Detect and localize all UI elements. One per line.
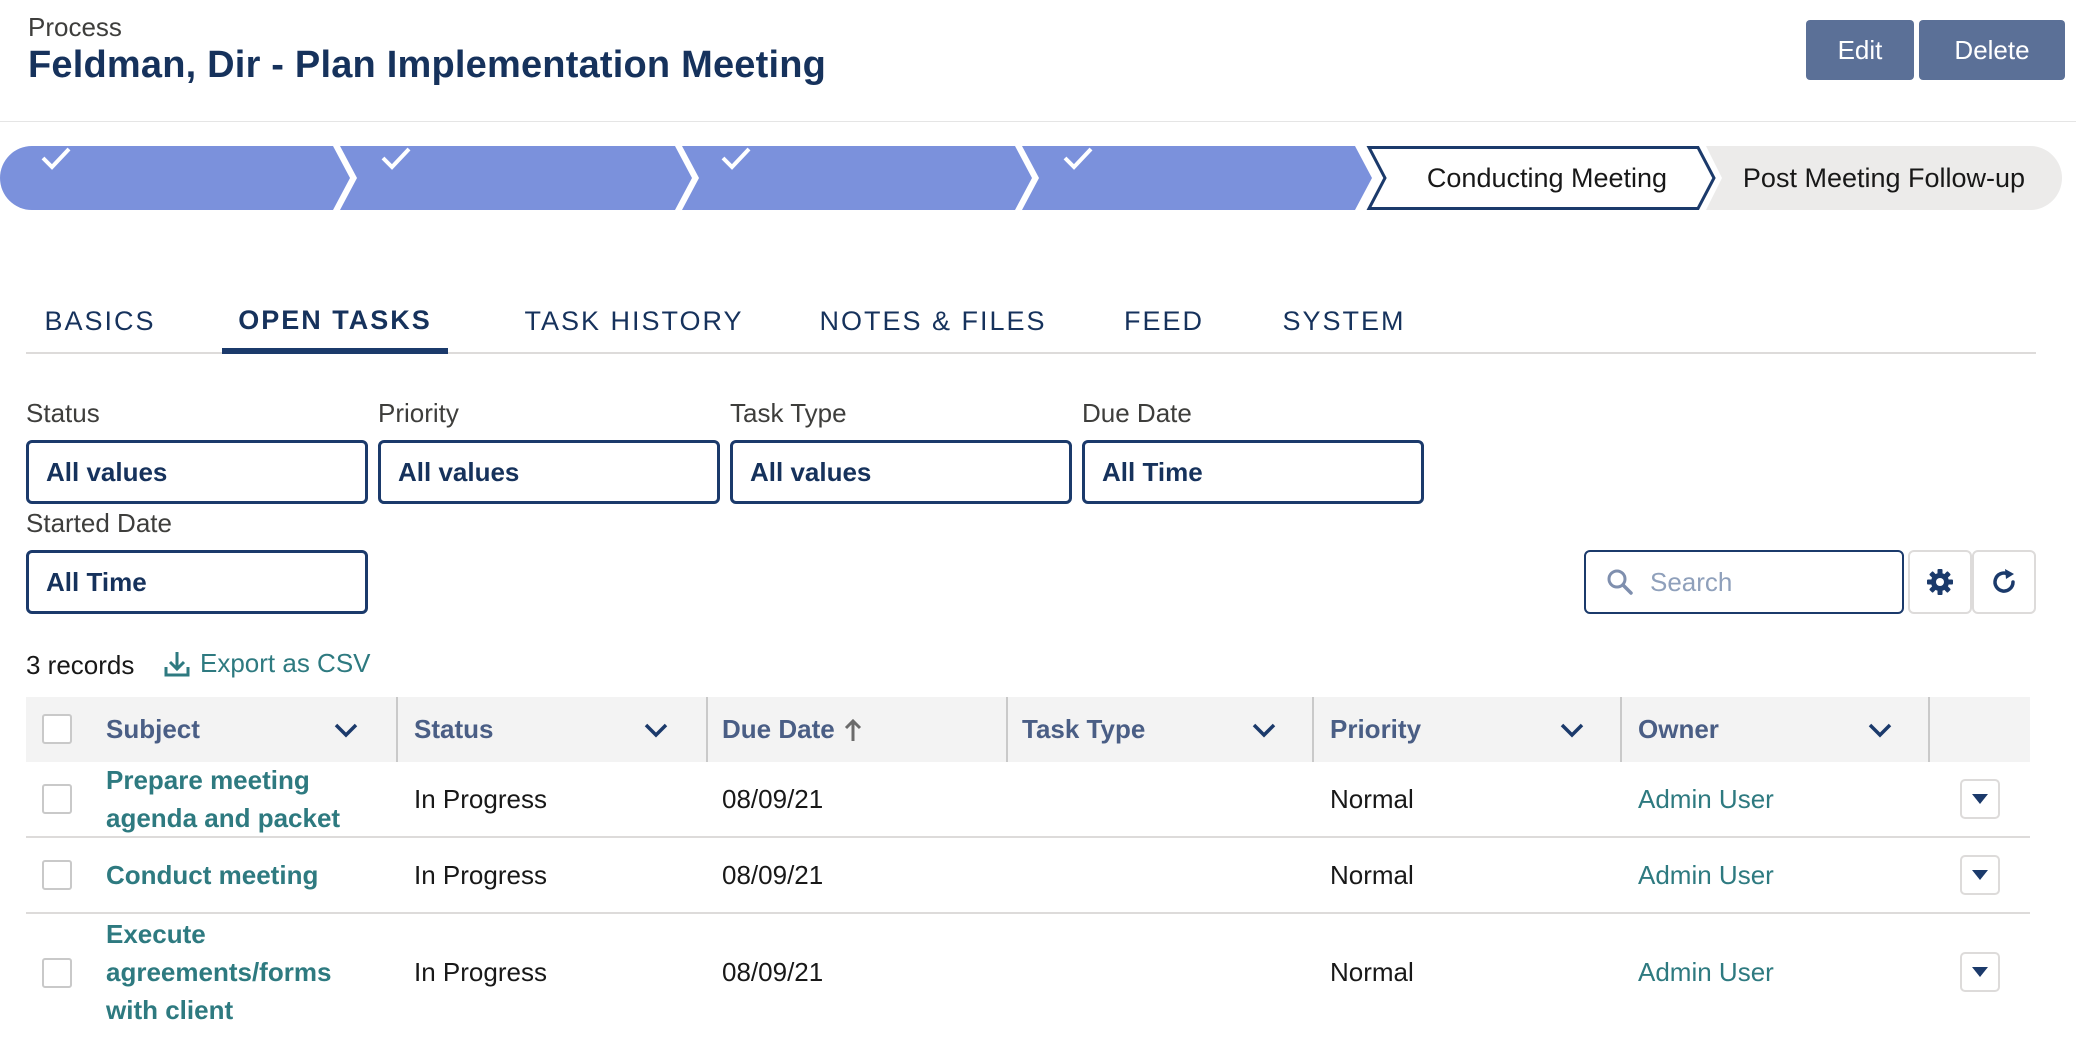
record-header: Process Feldman, Dir - Plan Implementati… [0,0,2076,122]
chevron-down-icon [1868,723,1892,738]
path-step-1[interactable] [40,146,320,210]
row-actions-button[interactable] [1960,855,2000,895]
path-step-current[interactable]: Conducting Meeting [1388,146,1706,210]
status-filter[interactable]: All values [26,440,368,504]
checkmark-icon [721,147,751,170]
column-header-label: Task Type [1022,714,1146,744]
gear-icon [1927,569,1953,595]
search-icon [1607,569,1633,595]
column-divider [706,697,708,762]
task-subject-link[interactable]: Conduct meeting [106,838,386,912]
checkmark-icon [1063,147,1093,170]
column-header-due-date[interactable]: Due Date [722,697,1022,762]
search-input[interactable] [1650,566,1890,598]
table-header: Subject Status Due Date Task Type Priori… [26,697,2030,762]
arrow-up-icon [844,718,861,741]
task-subject-link[interactable]: Execute agreements/forms with client [106,914,386,1030]
caret-down-icon [1972,967,1988,977]
column-divider [1928,697,1930,762]
task-owner-link[interactable]: Admin User [1638,914,1774,1030]
path-step-next-label: Post Meeting Follow-up [1742,162,2026,193]
edit-button[interactable]: Edit [1806,20,1914,80]
task-status: In Progress [414,783,547,814]
select-all-checkbox[interactable] [42,714,72,744]
filter-label-priority: Priority [378,398,459,428]
row-checkbox[interactable] [42,860,72,890]
path-step-next[interactable]: Post Meeting Follow-up [1726,146,2042,210]
path-step-2[interactable] [380,146,660,210]
tab-bar: BASICS OPEN TASKS TASK HISTORY NOTES & F… [26,290,2036,354]
task-type-filter[interactable]: All values [730,440,1072,504]
column-divider [396,697,398,762]
row-checkbox[interactable] [42,958,72,988]
column-header-label: Status [414,714,494,744]
column-divider [1006,697,1008,762]
caret-down-icon [1972,794,1988,804]
table-row: Prepare meeting agenda and packet In Pro… [26,762,2030,838]
tab-notes-files[interactable]: NOTES & FILES [806,290,1060,352]
page-title: Feldman, Dir - Plan Implementation Meeti… [28,44,827,86]
due-date-filter[interactable]: All Time [1082,440,1424,504]
process-path: Conducting Meeting Post Meeting Follow-u… [0,146,2062,210]
column-divider [1620,697,1622,762]
checkmark-icon [381,147,411,170]
chevron-down-icon [1252,723,1276,738]
task-priority: Normal [1330,783,1414,814]
task-owner-link[interactable]: Admin User [1638,838,1774,912]
path-step-3[interactable] [720,146,1000,210]
column-header-task-type[interactable]: Task Type [1022,697,1314,762]
tab-open-tasks[interactable]: OPEN TASKS [222,290,448,354]
column-header-owner[interactable]: Owner [1638,697,1930,762]
task-priority: Normal [1330,859,1414,890]
column-divider [1312,697,1314,762]
column-header-subject[interactable]: Subject [106,697,396,762]
row-checkbox[interactable] [42,784,72,814]
export-csv-label: Export as CSV [200,648,371,678]
record-count: 3 records [26,650,135,680]
refresh-button[interactable] [1972,550,2036,614]
table-row: Execute agreements/forms with client In … [26,914,2030,1030]
task-subject-link[interactable]: Prepare meeting agenda and packet [106,762,386,836]
filter-label-started-date: Started Date [26,508,172,538]
task-due-date: 08/09/21 [722,956,824,987]
tab-feed[interactable]: FEED [1108,290,1220,352]
refresh-icon [1993,569,2015,593]
task-priority: Normal [1330,956,1414,987]
tab-basics[interactable]: BASICS [26,290,174,352]
filter-label-status: Status [26,398,100,428]
task-status: In Progress [414,859,547,890]
chevron-down-icon [1560,723,1584,738]
row-actions-button[interactable] [1960,952,2000,992]
filter-label-due-date: Due Date [1082,398,1192,428]
started-date-filter[interactable]: All Time [26,550,368,614]
column-header-label: Owner [1638,714,1719,744]
column-header-label: Priority [1330,714,1422,744]
table-row: Conduct meeting In Progress 08/09/21 Nor… [26,838,2030,914]
task-status: In Progress [414,956,547,987]
delete-button[interactable]: Delete [1919,20,2065,80]
column-header-label: Subject [106,714,200,744]
priority-filter[interactable]: All values [378,440,720,504]
tab-task-history[interactable]: TASK HISTORY [510,290,758,352]
filter-label-task-type: Task Type [730,398,847,428]
task-due-date: 08/09/21 [722,859,824,890]
column-header-label: Due Date [722,714,835,744]
column-header-priority[interactable]: Priority [1330,697,1622,762]
path-step-4[interactable] [1062,146,1342,210]
object-type-label: Process [28,12,122,42]
row-actions-button[interactable] [1960,779,2000,819]
task-owner-link[interactable]: Admin User [1638,762,1774,836]
download-icon [164,651,190,676]
task-due-date: 08/09/21 [722,783,824,814]
path-step-current-label: Conducting Meeting [1426,162,1668,193]
chevron-down-icon [644,723,668,738]
tab-system[interactable]: SYSTEM [1266,290,1422,352]
column-header-status[interactable]: Status [414,697,706,762]
chevron-down-icon [334,723,358,738]
settings-button[interactable] [1908,550,1972,614]
checkmark-icon [41,147,71,170]
search-box [1584,550,1904,614]
export-csv-link[interactable]: Export as CSV [162,648,371,679]
caret-down-icon [1972,870,1988,880]
